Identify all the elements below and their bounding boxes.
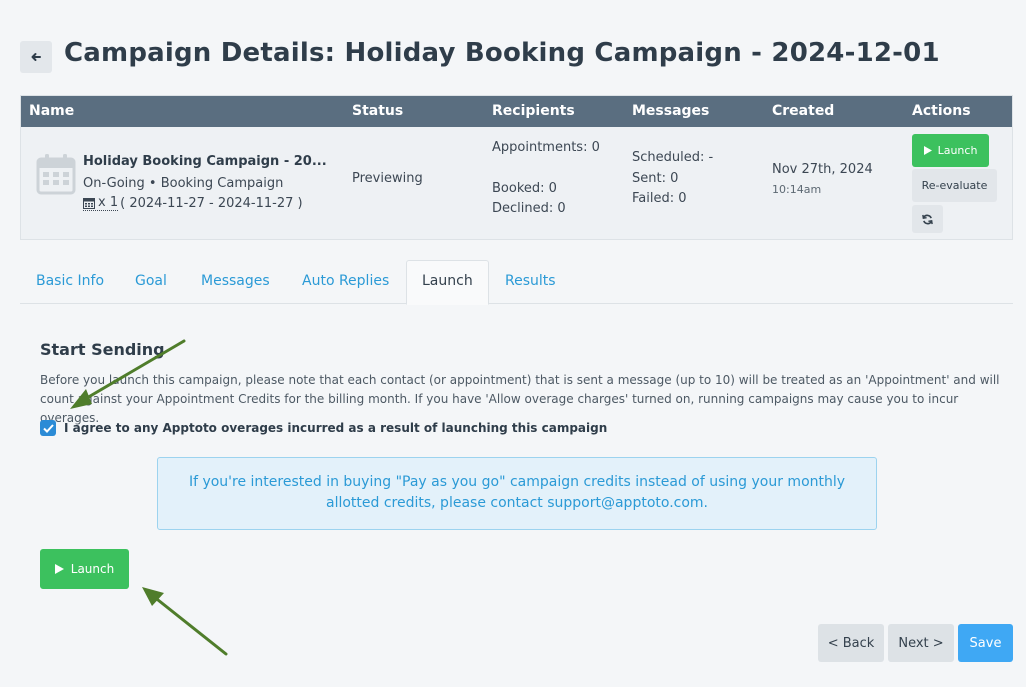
column-header-name: Name	[29, 103, 75, 119]
tab-goal[interactable]: Goal	[135, 260, 167, 304]
launch-button-small-label: Launch	[937, 144, 978, 157]
recipients-booked: Booked: 0	[492, 181, 557, 196]
small-calendar-icon	[83, 197, 95, 209]
range-prefix: x 1	[98, 195, 119, 210]
messages-sent: Sent: 0	[632, 171, 679, 186]
campaign-table: Name Status Recipients Messages Created …	[20, 95, 1013, 240]
campaign-range: x 1 ( 2024-11-27 - 2024-11-27 )	[83, 195, 303, 211]
campaign-name[interactable]: Holiday Booking Campaign - 20...	[83, 154, 327, 169]
column-header-recipients: Recipients	[492, 103, 575, 119]
save-button[interactable]: Save	[958, 624, 1013, 662]
created-date: Nov 27th, 2024	[772, 162, 873, 177]
messages-scheduled: Scheduled: -	[632, 150, 714, 165]
refresh-button[interactable]	[912, 205, 943, 233]
tab-bar: Basic Info Goal Messages Auto Replies La…	[20, 260, 1013, 305]
table-header: Name Status Recipients Messages Created …	[21, 96, 1012, 127]
occurrence-count: x 1	[83, 195, 119, 211]
tab-basic-info[interactable]: Basic Info	[36, 260, 104, 304]
credits-info-alert: If you're interested in buying "Pay as y…	[157, 457, 877, 530]
next-step-button[interactable]: Next >	[888, 624, 954, 662]
recipients-appointments: Appointments: 0	[492, 140, 600, 155]
agree-row: I agree to any Apptoto overages incurred…	[40, 420, 607, 436]
calendar-icon	[36, 154, 76, 195]
tab-launch[interactable]: Launch	[406, 260, 489, 305]
refresh-icon	[922, 214, 933, 224]
play-icon	[54, 564, 64, 574]
tab-auto-replies[interactable]: Auto Replies	[302, 260, 389, 304]
back-button[interactable]	[20, 41, 52, 73]
tab-messages[interactable]: Messages	[201, 260, 270, 304]
campaign-type: On-Going • Booking Campaign	[83, 176, 284, 191]
column-header-status: Status	[352, 103, 404, 119]
range-dates: ( 2024-11-27 - 2024-11-27 )	[120, 195, 303, 211]
play-icon	[923, 146, 932, 155]
launch-button-label: Launch	[70, 562, 115, 576]
column-header-messages: Messages	[632, 103, 710, 119]
back-arrow-icon	[31, 53, 41, 61]
section-title: Start Sending	[40, 340, 165, 359]
created-time: 10:14am	[772, 183, 822, 196]
agree-checkbox[interactable]	[40, 420, 56, 436]
column-header-actions: Actions	[912, 103, 971, 119]
messages-failed: Failed: 0	[632, 191, 687, 206]
back-step-button[interactable]: < Back	[818, 624, 884, 662]
launch-button[interactable]: Launch	[40, 549, 129, 589]
table-row: Holiday Booking Campaign - 20... On-Goin…	[21, 127, 1012, 240]
checkmark-icon	[42, 423, 54, 433]
tab-results[interactable]: Results	[505, 260, 556, 304]
status-value: Previewing	[352, 171, 423, 186]
annotation-arrow-launch	[142, 587, 228, 656]
recipients-declined: Declined: 0	[492, 201, 566, 216]
reevaluate-button[interactable]: Re-evaluate	[912, 169, 997, 202]
launch-button-small[interactable]: Launch	[912, 134, 989, 167]
column-header-created: Created	[772, 103, 835, 119]
agree-label[interactable]: I agree to any Apptoto overages incurred…	[64, 421, 607, 435]
page-title: Campaign Details: Holiday Booking Campai…	[64, 38, 940, 68]
